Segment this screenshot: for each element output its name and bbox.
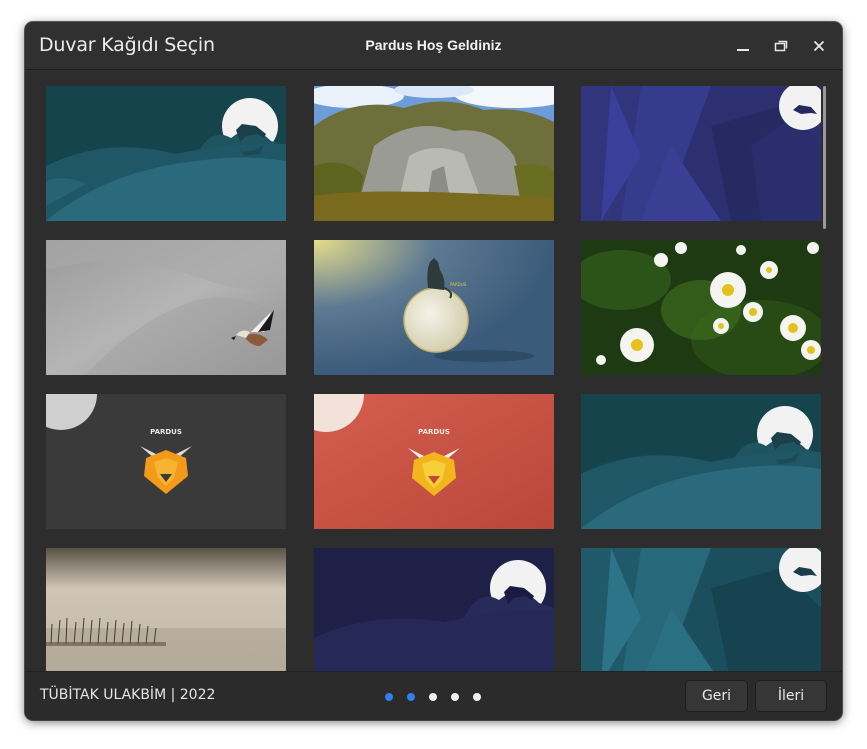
wallpaper-thumb[interactable] [581,548,821,671]
wallpaper-thumb[interactable] [46,86,286,221]
flying-duck-image [46,240,286,375]
wallpaper-thumb[interactable] [581,240,821,375]
svg-text:PARDUS: PARDUS [450,282,467,287]
wallpaper-thumb[interactable] [581,86,821,221]
leopard-indigo-image [581,86,821,221]
next-button[interactable]: İleri [755,680,827,712]
header-bar[interactable]: Duvar Kağıdı Seçin Pardus Hoş Geldiniz [25,22,842,70]
leopard-navy-image [314,548,554,671]
page-dot-2[interactable] [407,693,415,701]
foggy-lake-image [46,548,286,671]
scrollbar[interactable] [823,86,826,229]
back-button[interactable]: Geri [685,680,748,712]
wallpaper-thumb[interactable] [581,394,821,529]
wallpaper-thumb[interactable]: PARDUS [314,394,554,529]
page-dot-5[interactable] [473,693,481,701]
leopard-teal-image-2 [581,394,821,529]
wallpaper-thumb[interactable] [314,86,554,221]
close-icon [813,40,825,52]
minimize-button[interactable] [731,34,755,58]
maximize-button[interactable] [769,34,793,58]
minimize-icon [737,49,749,51]
leopard-teal-poly-image [581,548,821,671]
page-dot-4[interactable] [451,693,459,701]
wallpaper-thumb[interactable] [46,548,286,671]
page-dot-1[interactable] [385,693,393,701]
daisies-image [581,240,821,375]
app-title: Pardus Hoş Geldiniz [365,37,502,53]
cat-on-moon-image: PARDUS [314,240,554,375]
footer-bar: TÜBİTAK ULAKBİM | 2022 Geri İleri [25,671,842,720]
wallpaper-thumb[interactable] [46,240,286,375]
pardus-logo-text: PARDUS [150,428,182,436]
wallpaper-thumb[interactable]: PARDUS [46,394,286,529]
wallpaper-thumb[interactable]: PARDUS [314,240,554,375]
wallpaper-grid[interactable]: PARDUS PARDUS PARDUS [25,70,842,671]
lion-dark-image: PARDUS [46,394,286,529]
page-dot-3[interactable] [429,693,437,701]
welcome-window: Duvar Kağıdı Seçin Pardus Hoş Geldiniz P… [25,22,842,720]
wallpaper-thumb[interactable] [314,548,554,671]
restore-icon [774,40,788,52]
leopard-teal-image [46,86,286,221]
lion-red-image: PARDUS [314,394,554,529]
copyright-text: TÜBİTAK ULAKBİM | 2022 [40,687,216,703]
rocky-cliff-image [314,86,554,221]
close-button[interactable] [807,34,831,58]
pardus-logo-text: PARDUS [418,428,450,436]
